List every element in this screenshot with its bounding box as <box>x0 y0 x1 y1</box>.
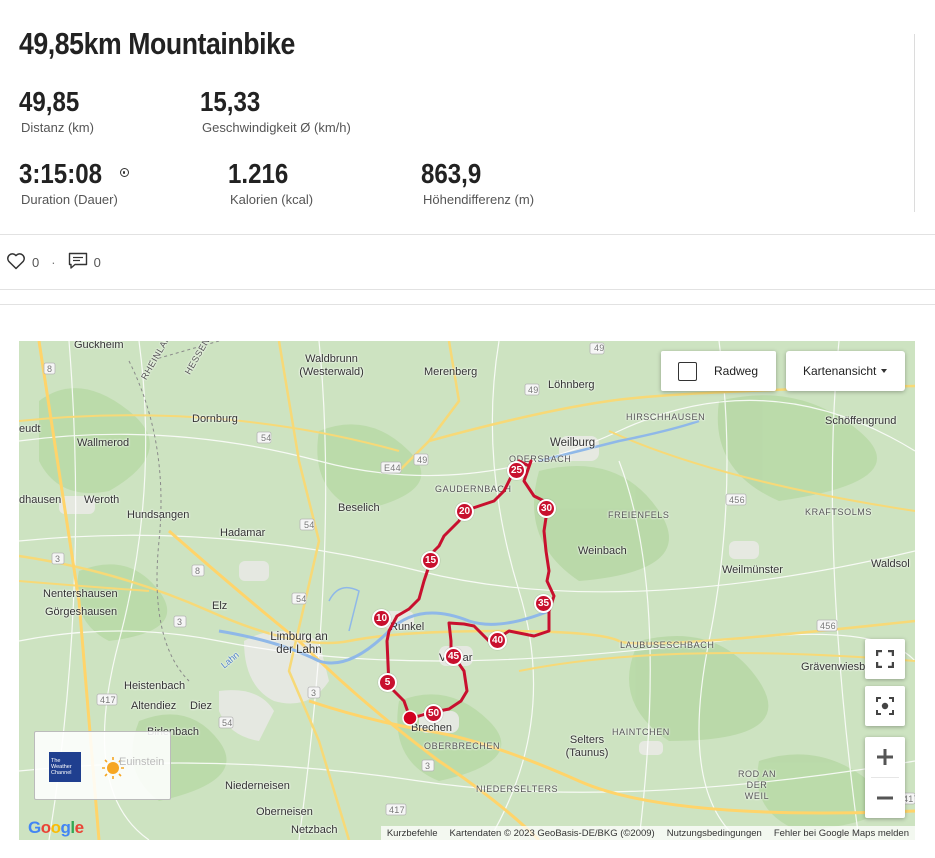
zoom-in-button[interactable] <box>865 737 905 777</box>
stat-duration: 3:15:08 Duration (Dauer) <box>19 158 129 207</box>
stat-speed-label: Geschwindigkeit Ø (km/h) <box>202 120 351 135</box>
likes-count: 0 <box>32 255 40 270</box>
stat-duration-label: Duration (Dauer) <box>21 192 118 207</box>
radweg-toggle[interactable]: Radweg <box>661 351 776 391</box>
stat-elevation-label: Höhendifferenz (m) <box>423 192 535 207</box>
heart-icon[interactable] <box>6 252 26 273</box>
plus-icon <box>877 749 893 765</box>
map-attribution: Kurzbefehle Kartendaten © 2023 GeoBasis-… <box>380 826 915 840</box>
radweg-checkbox[interactable] <box>678 361 697 381</box>
minus-icon <box>877 796 893 800</box>
weather-widget[interactable]: The Weather Channel Euinstein <box>34 731 171 800</box>
page-title: 49,85km Mountainbike <box>19 26 295 61</box>
divider <box>0 304 935 305</box>
fullscreen-icon <box>876 650 894 668</box>
route-km-marker: 45 <box>444 647 463 666</box>
divider <box>0 289 935 290</box>
route-km-marker: 30 <box>537 499 556 518</box>
map-view-label: Kartenansicht <box>803 364 877 378</box>
map-view-dropdown[interactable]: Kartenansicht <box>786 351 905 391</box>
weather-channel-logo: The Weather Channel <box>49 752 81 782</box>
route-km-marker: 10 <box>372 609 391 628</box>
map-data-credit: Kartendaten © 2023 GeoBasis-DE/BKG (©200… <box>449 827 655 839</box>
google-logo: Google <box>28 818 84 837</box>
report-error-link[interactable]: Fehler bei Google Maps melden <box>768 828 915 839</box>
social-bar: 0 · 0 <box>6 252 101 273</box>
route-km-marker: 50 <box>424 704 443 723</box>
divider <box>914 34 915 212</box>
comment-icon[interactable] <box>68 252 88 273</box>
zoom-control <box>865 737 905 818</box>
zoom-out-button[interactable] <box>865 778 905 818</box>
stat-speed-value: 15,33 <box>200 86 261 117</box>
shortcuts-link[interactable]: Kurzbefehle <box>381 828 444 839</box>
radweg-label: Radweg <box>714 364 759 378</box>
divider <box>0 234 935 235</box>
route-start-marker <box>402 710 418 726</box>
stat-calories-value: 1.216 <box>228 158 289 189</box>
weather-place: Euinstein <box>119 756 165 768</box>
separator-dot: · <box>51 255 56 270</box>
stat-elevation-value: 863,9 <box>421 158 482 189</box>
stat-calories: 1.216 Kalorien (kcal) <box>228 158 313 207</box>
stat-duration-value: 3:15:08 <box>19 158 103 189</box>
stat-distance: 49,85 Distanz (km) <box>19 86 94 135</box>
stat-elevation: 863,9 Höhendifferenz (m) <box>421 158 534 207</box>
chevron-down-icon <box>881 369 888 373</box>
route-km-marker: 15 <box>421 551 440 570</box>
info-icon[interactable] <box>119 168 129 177</box>
stat-speed: 15,33 Geschwindigkeit Ø (km/h) <box>200 86 351 135</box>
route-km-marker: 20 <box>455 502 474 521</box>
stat-distance-value: 49,85 <box>19 86 80 117</box>
comments-count: 0 <box>93 255 101 270</box>
route-line <box>385 459 556 720</box>
recenter-icon <box>876 697 894 715</box>
stat-distance-label: Distanz (km) <box>21 120 94 135</box>
fullscreen-button[interactable] <box>865 639 905 679</box>
route-map[interactable]: Guckheim RHEINLAND HESSEN Waldbrunn (Wes… <box>19 341 915 840</box>
route-km-marker: 5 <box>378 673 397 692</box>
route-km-marker: 25 <box>507 461 526 480</box>
route-km-marker: 40 <box>488 631 507 650</box>
recenter-button[interactable] <box>865 686 905 726</box>
route-km-marker: 35 <box>534 594 553 613</box>
stat-calories-label: Kalorien (kcal) <box>230 192 314 207</box>
terms-link[interactable]: Nutzungsbedingungen <box>661 828 768 839</box>
